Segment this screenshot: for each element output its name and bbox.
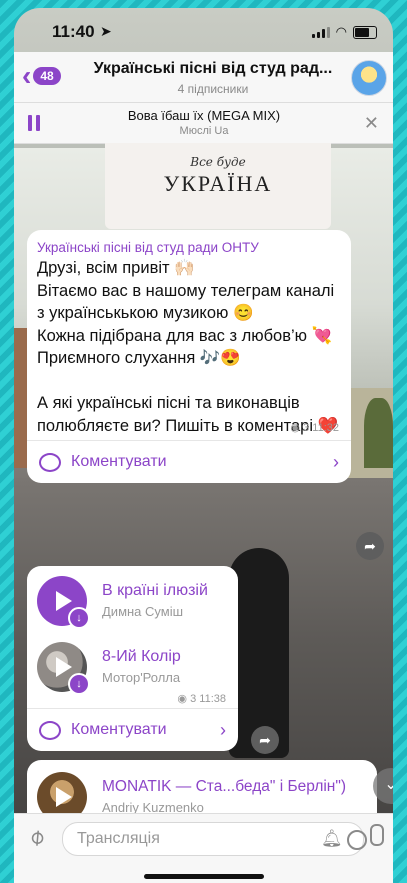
- image-script-text: Все буде: [190, 155, 246, 169]
- message-field[interactable]: 🔔︎: [62, 822, 367, 856]
- comment-bubble-icon: [39, 452, 61, 472]
- post-image[interactable]: Все буде УКРАЇНА: [105, 143, 331, 229]
- bell-icon[interactable]: 🔔︎: [321, 829, 343, 849]
- post-views: 3: [303, 422, 310, 434]
- close-icon[interactable]: ✕: [364, 113, 379, 134]
- download-icon[interactable]: ↓: [68, 607, 90, 629]
- comment-label: Коментувати: [71, 453, 167, 470]
- status-bar: 11:40 ➤ ◠: [14, 8, 393, 52]
- eye-icon: ◉: [290, 422, 301, 434]
- pause-icon[interactable]: [28, 115, 42, 131]
- status-icons: ◠: [311, 24, 377, 40]
- play-button[interactable]: ↓: [37, 642, 90, 695]
- track-item[interactable]: ↓ В країні ілюзій Димна Суміш: [27, 566, 238, 632]
- track-title: MONATIK — Ста...беда" і Берлін"): [102, 778, 347, 795]
- message-input[interactable]: [63, 823, 299, 855]
- chevron-right-icon: ›: [333, 451, 339, 472]
- music-message-bubble[interactable]: MONATIK — Ста...беда" і Берлін") Andriy …: [27, 760, 377, 818]
- download-icon[interactable]: ↓: [68, 673, 90, 695]
- play-button[interactable]: ↓: [37, 576, 90, 629]
- track-artist: Мотор'Ролла: [102, 670, 181, 685]
- post-sender[interactable]: Українські пісні від студ ради ОНТУ: [27, 230, 351, 255]
- post-text: Друзі, всім привіт 🙌🏻 Вітаємо вас в нашо…: [37, 259, 339, 435]
- battery-icon: [353, 25, 377, 39]
- comment-button[interactable]: Коментувати ›: [27, 709, 238, 751]
- channel-title[interactable]: Українські пісні від студ рад...: [84, 60, 342, 78]
- status-time: 11:40: [52, 22, 95, 41]
- play-button[interactable]: [37, 772, 87, 818]
- subscriber-count: 4 підписники: [177, 82, 249, 96]
- player-track-artist: Мюслі Ua: [179, 125, 229, 137]
- back-button[interactable]: ‹ 48: [22, 60, 61, 91]
- play-icon: [56, 591, 72, 611]
- comment-button[interactable]: Коментувати ›: [27, 441, 351, 483]
- chevron-right-icon: ›: [220, 719, 226, 740]
- channel-avatar[interactable]: [351, 60, 387, 96]
- track-item[interactable]: ↓ 8-Ий Колір Мотор'Ролла: [27, 632, 238, 698]
- track-artist: Димна Суміш: [102, 604, 184, 619]
- player-track-title: Вова їбаш їх (MEGA MIX): [127, 108, 281, 123]
- share-icon[interactable]: ➦: [356, 532, 384, 560]
- track-title: В країні ілюзій: [102, 582, 208, 599]
- schedule-icon[interactable]: [347, 830, 367, 850]
- message-bubble: Українські пісні від студ ради ОНТУ Друз…: [27, 230, 351, 483]
- post-time: 11:32: [312, 422, 339, 434]
- play-icon: [56, 657, 72, 677]
- signal-icon: [311, 26, 330, 38]
- comment-label: Коментувати: [71, 721, 167, 738]
- input-bar: ⌀ 🔔︎: [14, 813, 393, 883]
- track-title: 8-Ий Колір: [102, 648, 181, 665]
- location-arrow-icon: ➤: [100, 23, 112, 39]
- microphone-icon[interactable]: [370, 824, 384, 846]
- phone-screen: 11:40 ➤ ◠ ‹ 48 Українські пісні від студ…: [14, 8, 393, 883]
- music-message-bubble: ↓ В країні ілюзій Димна Суміш ↓ 8-Ий Кол…: [27, 566, 238, 751]
- background-trees: [364, 398, 393, 468]
- play-icon: [56, 787, 72, 807]
- audio-player-bar[interactable]: Вова їбаш їх (MEGA MIX) Мюслі Ua ✕: [14, 103, 393, 144]
- unread-count-badge: 48: [33, 67, 61, 85]
- chevron-left-icon: ‹: [22, 60, 32, 91]
- image-title-text: УКРАЇНА: [163, 171, 273, 196]
- chat-header: ‹ 48 Українські пісні від студ рад... 4 …: [14, 52, 393, 103]
- wifi-icon: ◠: [335, 24, 347, 39]
- share-icon[interactable]: ➦: [251, 726, 279, 754]
- home-indicator: [144, 874, 264, 879]
- comment-bubble-icon: [39, 720, 61, 740]
- attach-icon[interactable]: ⌀: [23, 823, 50, 851]
